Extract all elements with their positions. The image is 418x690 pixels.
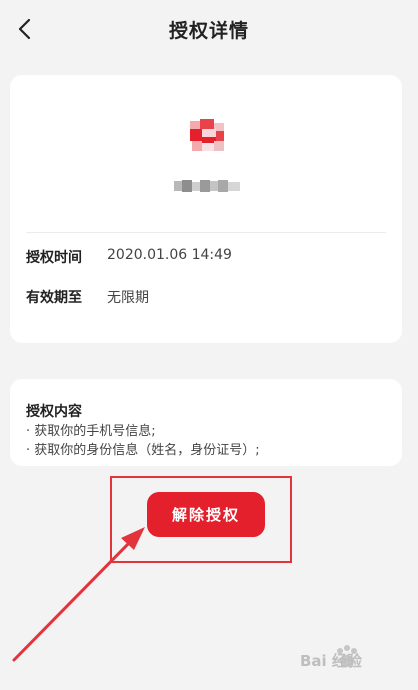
divider [26,232,386,233]
revoke-authorization-button[interactable]: 解除授权 [147,492,265,537]
watermark: Bai 经验 [300,640,405,676]
content-title: 授权内容 [26,404,82,420]
page-title: 授权详情 [168,20,249,42]
expiry-value: 无限期 [107,290,149,306]
app-logo-icon [190,119,224,151]
authorization-info-card: 授权时间 2020.01.06 14:49 有效期至 无限期 [10,75,402,343]
expiry-label: 有效期至 [26,290,82,306]
auth-time-label: 授权时间 [26,250,82,266]
content-item-identity: · 获取你的身份信息（姓名，身份证号）; [26,443,260,458]
auth-time-value: 2020.01.06 14:49 [107,247,232,263]
app-name-blurred [174,180,240,192]
content-item-phone: · 获取你的手机号信息; [26,424,156,439]
watermark-text: Bai 经验 [300,652,362,670]
header: 授权详情 [0,0,418,58]
authorization-content-card: 授权内容 · 获取你的手机号信息; · 获取你的身份信息（姓名，身份证号）; [10,379,402,466]
